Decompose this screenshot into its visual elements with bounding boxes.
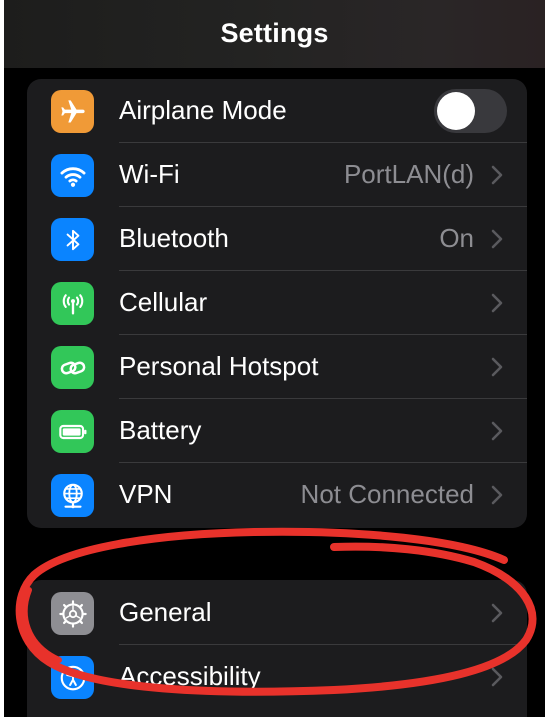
chevron-right-icon [491, 603, 503, 623]
bluetooth-status-value: On [439, 223, 474, 253]
settings-row-personal-hotspot[interactable]: Personal Hotspot [27, 335, 527, 399]
settings-row-bluetooth[interactable]: Bluetooth On [27, 207, 527, 271]
settings-row-general[interactable]: General [27, 581, 527, 645]
accessibility-icon [51, 656, 94, 699]
settings-row-cellular[interactable]: Cellular [27, 271, 527, 335]
battery-label: Battery [119, 415, 202, 445]
settings-screen: Settings Airplane Mode Wi-Fi PortLAN(d) … [4, 0, 545, 717]
personal-hotspot-label: Personal Hotspot [119, 351, 319, 381]
bluetooth-label: Bluetooth [119, 223, 229, 253]
settings-row-battery[interactable]: Battery [27, 399, 527, 463]
chevron-right-icon [491, 421, 503, 441]
accessibility-label: Accessibility [119, 661, 261, 691]
settings-row-vpn[interactable]: VPN Not Connected [27, 463, 527, 527]
airplane-mode-label: Airplane Mode [119, 95, 287, 125]
battery-icon [51, 410, 94, 453]
navigation-bar: Settings [4, 0, 545, 68]
chevron-right-icon [491, 165, 503, 185]
general-label: General [119, 597, 212, 627]
globe-network-icon [51, 474, 94, 517]
settings-row-accessibility[interactable]: Accessibility [27, 645, 527, 709]
wifi-label: Wi-Fi [119, 159, 180, 189]
chevron-right-icon [491, 293, 503, 313]
chevron-right-icon [491, 229, 503, 249]
vpn-status-value: Not Connected [300, 479, 474, 509]
airplane-icon [51, 90, 94, 133]
chevron-right-icon [491, 667, 503, 687]
gear-icon [51, 592, 94, 635]
settings-group-connectivity: Airplane Mode Wi-Fi PortLAN(d) Bluetooth… [27, 79, 527, 528]
vpn-label: VPN [119, 479, 173, 509]
antenna-icon [51, 282, 94, 325]
chevron-right-icon [491, 357, 503, 377]
wifi-network-value: PortLAN(d) [343, 159, 474, 189]
chevron-right-icon [491, 485, 503, 505]
cellular-label: Cellular [119, 287, 208, 317]
settings-row-wifi[interactable]: Wi-Fi PortLAN(d) [27, 143, 527, 207]
bluetooth-icon [51, 218, 94, 261]
settings-group-system: General Accessibility [27, 580, 527, 717]
toggle-knob [437, 92, 475, 130]
hotspot-link-icon [51, 346, 94, 389]
airplane-mode-toggle[interactable] [434, 89, 507, 133]
wifi-icon [51, 154, 94, 197]
page-title: Settings [220, 18, 329, 48]
settings-row-airplane-mode[interactable]: Airplane Mode [27, 79, 527, 143]
